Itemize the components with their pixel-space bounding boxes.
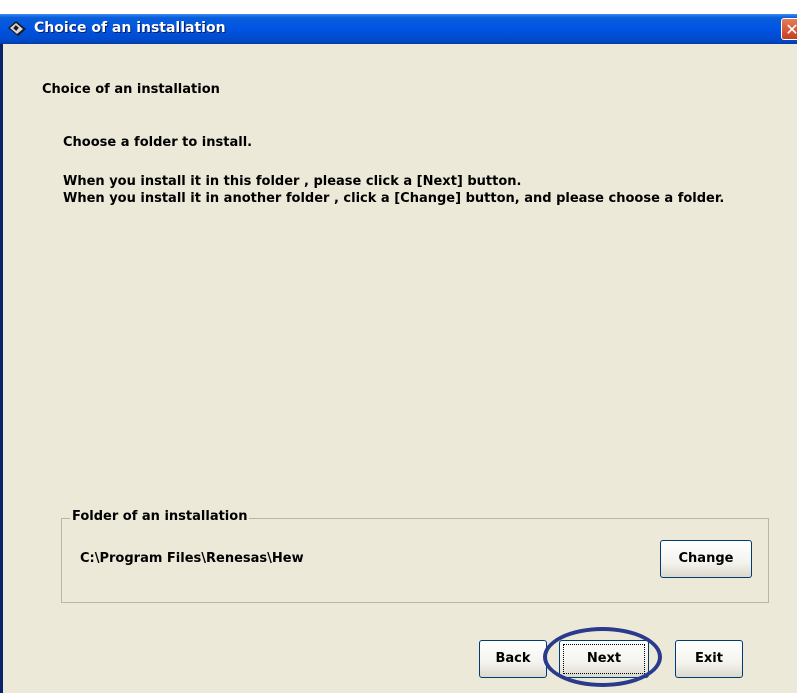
folder-groupbox: Folder of an installation C:\Program Fil… [61, 509, 769, 603]
back-button[interactable]: Back [479, 640, 547, 678]
next-button[interactable]: Next [559, 640, 649, 678]
next-button-label: Next [586, 651, 622, 666]
page-heading: Choice of an installation [42, 82, 220, 97]
folder-group-label: Folder of an installation [70, 509, 250, 524]
change-button[interactable]: Change [660, 540, 752, 578]
top-strip [0, 0, 797, 14]
back-button-label: Back [495, 651, 531, 666]
install-path: C:\Program Files\Renesas\Hew [80, 551, 304, 566]
window-title: Choice of an installation [34, 20, 226, 36]
instruction-text: Choose a folder to install. [63, 135, 253, 150]
close-button[interactable]: ✕ [781, 18, 797, 40]
next-hint-text: When you install it in this folder , ple… [63, 174, 522, 189]
exit-button[interactable]: Exit [675, 640, 743, 678]
close-icon: ✕ [785, 20, 797, 39]
title-bar[interactable]: Choice of an installation ✕ [0, 14, 797, 44]
change-hint-text: When you install it in another folder , … [63, 191, 725, 206]
installer-icon [8, 21, 26, 36]
exit-button-label: Exit [695, 651, 723, 666]
change-button-label: Change [678, 551, 734, 566]
